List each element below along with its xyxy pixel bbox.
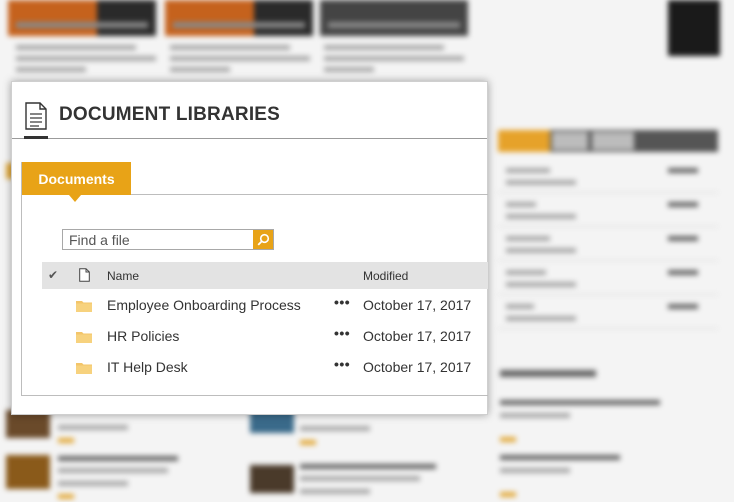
dialog-header: DOCUMENT LIBRARIES — [12, 82, 487, 139]
bg-thumbnail — [8, 0, 156, 36]
search-button[interactable] — [253, 230, 273, 249]
file-icon — [79, 268, 90, 282]
search-input[interactable] — [63, 230, 253, 249]
file-modified-date: October 17, 2017 — [363, 359, 472, 375]
folder-icon — [76, 301, 92, 312]
bg-dark-tile — [668, 0, 720, 56]
file-name[interactable]: IT Help Desk — [107, 359, 188, 375]
search-icon — [257, 233, 269, 246]
document-libraries-dialog: DOCUMENT LIBRARIES Documents ✔ Name Modi… — [11, 81, 488, 415]
more-actions-icon[interactable]: ••• — [334, 294, 350, 310]
table-row[interactable]: IT Help Desk ••• October 17, 2017 — [42, 352, 488, 383]
tab-documents[interactable]: Documents — [22, 162, 131, 195]
table-row[interactable]: HR Policies ••• October 17, 2017 — [42, 321, 488, 352]
table-row[interactable]: Employee Onboarding Process ••• October … — [42, 290, 488, 321]
bg-tabstrip — [498, 130, 718, 152]
file-name[interactable]: Employee Onboarding Process — [107, 297, 301, 313]
file-modified-date: October 17, 2017 — [363, 328, 472, 344]
dialog-title: DOCUMENT LIBRARIES — [59, 104, 281, 125]
check-icon[interactable]: ✔ — [48, 268, 58, 282]
file-name[interactable]: HR Policies — [107, 328, 179, 344]
more-actions-icon[interactable]: ••• — [334, 325, 350, 341]
document-icon — [25, 102, 47, 130]
folder-icon — [76, 363, 92, 374]
search-box — [62, 229, 274, 250]
folder-icon — [76, 332, 92, 343]
bg-thumbnail — [320, 0, 468, 36]
column-header-name[interactable]: Name — [107, 269, 139, 283]
more-actions-icon[interactable]: ••• — [334, 356, 350, 372]
file-modified-date: October 17, 2017 — [363, 297, 472, 313]
header-accent-line — [24, 136, 48, 139]
tab-active-indicator — [69, 195, 81, 202]
column-header-modified[interactable]: Modified — [363, 269, 408, 283]
bg-thumbnail — [165, 0, 313, 36]
file-table-header: ✔ Name Modified — [42, 262, 488, 289]
